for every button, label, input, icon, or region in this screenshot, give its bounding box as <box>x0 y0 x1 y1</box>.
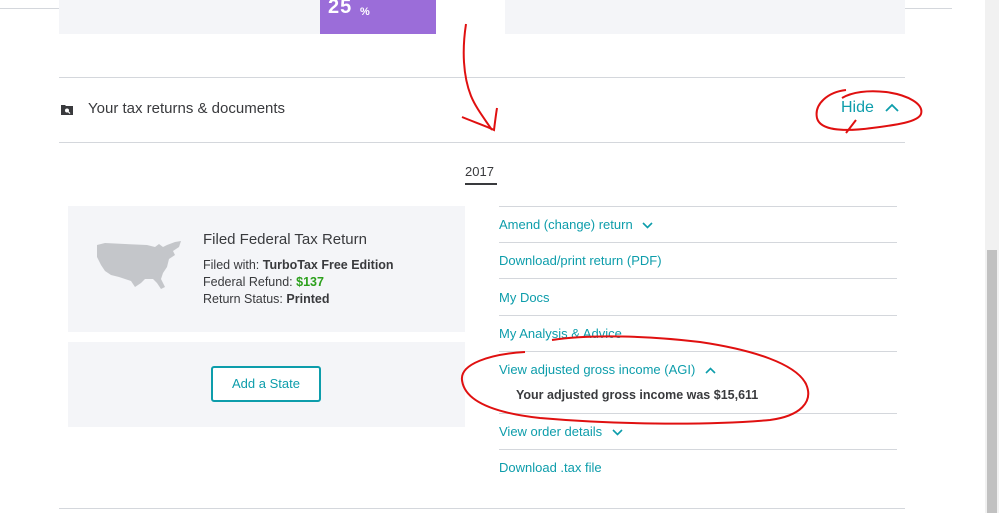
hide-toggle-button[interactable]: Hide <box>841 99 899 117</box>
hide-label: Hide <box>841 99 874 116</box>
download-pdf-link[interactable]: Download/print return (PDF) <box>499 253 662 268</box>
chevron-up-icon <box>885 103 899 112</box>
order-details-link[interactable]: View order details <box>499 424 623 439</box>
tab-selected-underline <box>465 183 497 185</box>
federal-refund-line: Federal Refund: $137 <box>203 275 324 289</box>
add-state-button[interactable]: Add a State <box>211 366 321 402</box>
section-title: Your tax returns & documents <box>88 100 286 117</box>
my-analysis-link[interactable]: My Analysis & Advice <box>499 326 622 341</box>
view-agi-label: View adjusted gross income (AGI) <box>499 362 696 377</box>
promo-white-panel <box>456 0 505 34</box>
divider <box>59 142 905 143</box>
order-details-label: View order details <box>499 424 603 439</box>
divider <box>499 413 897 414</box>
agi-result-text: Your adjusted gross income was $15,611 <box>516 388 759 402</box>
download-tax-file-link[interactable]: Download .tax file <box>499 460 602 475</box>
federal-refund-value: $137 <box>296 275 324 289</box>
divider <box>499 315 897 316</box>
promo-badge: 25 % <box>320 0 436 34</box>
divider <box>499 206 897 207</box>
filed-with-label: Filed with: <box>203 258 260 272</box>
divider <box>499 278 897 279</box>
chevron-down-icon <box>642 222 653 229</box>
filed-with-line: Filed with: TurboTax Free Edition <box>203 258 394 272</box>
return-status-label: Return Status: <box>203 292 283 306</box>
divider <box>499 242 897 243</box>
annotation-circle-agi <box>460 335 810 425</box>
state-return-card: Add a State <box>68 342 465 427</box>
federal-return-title: Filed Federal Tax Return <box>203 231 367 248</box>
divider <box>499 351 897 352</box>
tax-returns-section-header: Your tax returns & documents Hide <box>59 78 905 142</box>
federal-refund-label: Federal Refund: <box>203 275 293 289</box>
promo-unit: % <box>360 6 370 18</box>
divider <box>499 449 897 450</box>
usa-map-icon <box>97 241 181 289</box>
chevron-down-icon <box>612 429 623 436</box>
amend-return-link[interactable]: Amend (change) return <box>499 217 653 232</box>
return-status-value: Printed <box>286 292 330 306</box>
scrollbar-thumb[interactable] <box>987 250 997 513</box>
tab-2017[interactable]: 2017 <box>465 164 494 179</box>
my-docs-link[interactable]: My Docs <box>499 290 550 305</box>
promo-value: 25 <box>328 0 353 18</box>
amend-return-label: Amend (change) return <box>499 217 633 232</box>
folder-icon <box>61 102 73 115</box>
filed-with-value: TurboTax Free Edition <box>262 258 394 272</box>
federal-return-card: Filed Federal Tax Return Filed with: Tur… <box>68 206 465 332</box>
return-status-line: Return Status: Printed <box>203 292 329 306</box>
promo-gap <box>436 0 456 34</box>
chevron-up-icon <box>705 367 716 374</box>
view-agi-link[interactable]: View adjusted gross income (AGI) <box>499 362 716 377</box>
promo-card-strip: 25 % <box>59 0 905 34</box>
divider <box>59 508 905 509</box>
